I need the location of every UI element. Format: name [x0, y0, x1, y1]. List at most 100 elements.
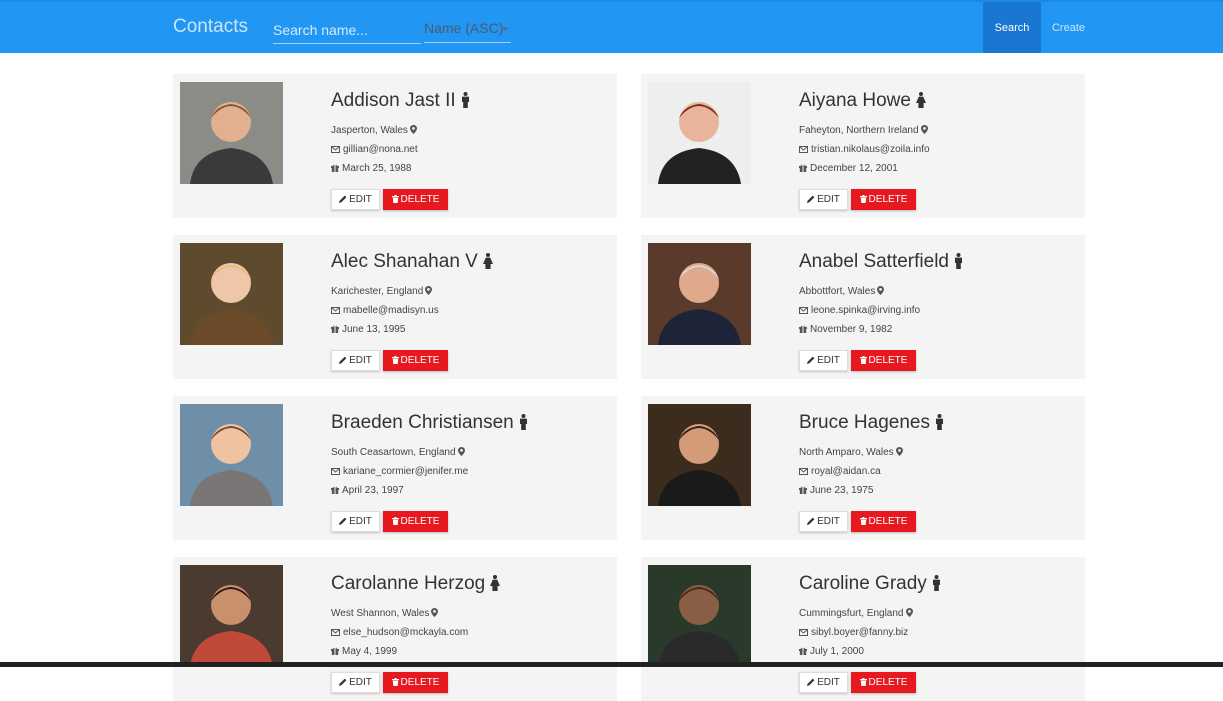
delete-button[interactable]: DELETE	[851, 189, 916, 210]
edit-button-label: EDIT	[349, 194, 372, 205]
delete-button[interactable]: DELETE	[383, 511, 448, 532]
map-marker-icon	[877, 286, 885, 297]
contact-name-text: Addison Jast II	[331, 90, 456, 111]
contact-email: mabelle@madisyn.us	[331, 305, 439, 316]
contact-birthday: June 23, 1975	[799, 485, 873, 496]
envelope-icon	[799, 627, 808, 638]
contact-birthday-text: March 25, 1988	[342, 163, 412, 174]
contact-email: sibyl.boyer@fanny.biz	[799, 627, 908, 638]
contact-name: Caroline Grady	[799, 573, 942, 597]
envelope-icon	[799, 305, 808, 316]
contact-name-text: Caroline Grady	[799, 573, 927, 594]
bottom-edge	[0, 662, 1223, 667]
contact-name-text: Aiyana Howe	[799, 90, 911, 111]
search-button[interactable]: Search	[983, 2, 1041, 53]
contact-email: gillian@nona.net	[331, 144, 418, 155]
contact-location-text: North Amparo, Wales	[799, 447, 894, 458]
contact-email: tristian.nikolaus@zoila.info	[799, 144, 930, 155]
contact-birthday-text: November 9, 1982	[810, 324, 893, 335]
gift-icon	[799, 646, 807, 657]
female-icon	[489, 575, 501, 597]
contact-name-text: Braeden Christiansen	[331, 412, 514, 433]
delete-button-label: DELETE	[400, 516, 440, 527]
edit-button[interactable]: EDIT	[799, 672, 848, 693]
contact-name: Bruce Hagenes	[799, 412, 945, 436]
edit-button[interactable]: EDIT	[331, 350, 380, 371]
contact-email: kariane_cormier@jenifer.me	[331, 466, 468, 477]
contact-name-text: Alec Shanahan V	[331, 251, 478, 272]
contact-name: Braeden Christiansen	[331, 412, 529, 436]
edit-button[interactable]: EDIT	[799, 511, 848, 532]
envelope-icon	[331, 305, 340, 316]
edit-button[interactable]: EDIT	[331, 672, 380, 693]
contact-name: Anabel Satterfield	[799, 251, 964, 275]
contact-name-text: Carolanne Herzog	[331, 573, 486, 594]
contact-location-text: West Shannon, Wales	[331, 608, 430, 619]
contact-card: Aiyana Howe Faheyton, Northern Ireland t…	[641, 74, 1085, 218]
contact-card: Alec Shanahan V Karichester, England mab…	[173, 235, 617, 379]
contact-photo	[180, 565, 283, 667]
contact-card: Anabel Satterfield Abbottfort, Wales leo…	[641, 235, 1085, 379]
map-marker-icon	[905, 608, 913, 619]
trash-icon	[391, 517, 399, 525]
sort-select[interactable]: Name (ASC)	[424, 17, 511, 43]
contact-photo	[648, 404, 751, 506]
edit-button[interactable]: EDIT	[799, 189, 848, 210]
envelope-icon	[331, 627, 340, 638]
edit-button[interactable]: EDIT	[331, 511, 380, 532]
edit-button[interactable]: EDIT	[799, 350, 848, 371]
contact-birthday: July 1, 2000	[799, 646, 864, 657]
search-input[interactable]	[273, 17, 421, 44]
pencil-icon	[339, 678, 347, 686]
create-button[interactable]: Create	[1045, 2, 1092, 53]
delete-button-label: DELETE	[868, 677, 908, 688]
contact-location: Cummingsfurt, England	[799, 608, 913, 619]
contact-location-text: Karichester, England	[331, 286, 424, 297]
contact-name: Addison Jast II	[331, 90, 471, 114]
contact-card: Braeden Christiansen South Ceasartown, E…	[173, 396, 617, 540]
contact-photo	[648, 82, 751, 184]
delete-button[interactable]: DELETE	[383, 672, 448, 693]
pencil-icon	[807, 195, 815, 203]
delete-button[interactable]: DELETE	[383, 189, 448, 210]
contact-birthday-text: April 23, 1997	[342, 485, 404, 496]
delete-button[interactable]: DELETE	[851, 672, 916, 693]
contact-photo	[180, 82, 283, 184]
contact-location-text: South Ceasartown, England	[331, 447, 456, 458]
app-brand[interactable]: Contacts	[173, 16, 248, 38]
female-icon	[915, 92, 926, 108]
contact-email-text: else_hudson@mckayla.com	[343, 627, 469, 638]
edit-button-label: EDIT	[817, 355, 840, 366]
edit-button-label: EDIT	[349, 516, 372, 527]
trash-icon	[859, 517, 867, 525]
gift-icon	[799, 324, 807, 335]
contact-name-text: Anabel Satterfield	[799, 251, 949, 272]
delete-button[interactable]: DELETE	[383, 350, 448, 371]
contact-card: Addison Jast II Jasperton, Wales gillian…	[173, 74, 617, 218]
contacts-grid: Addison Jast II Jasperton, Wales gillian…	[173, 74, 1085, 701]
edit-button-label: EDIT	[349, 677, 372, 688]
contact-location: North Amparo, Wales	[799, 447, 903, 458]
contact-birthday-text: June 13, 1995	[342, 324, 406, 335]
delete-button-label: DELETE	[400, 677, 440, 688]
trash-icon	[859, 678, 867, 686]
contact-email-text: sibyl.boyer@fanny.biz	[811, 627, 909, 638]
contact-email-text: royal@aidan.ca	[811, 466, 881, 477]
contact-email-text: gillian@nona.net	[343, 144, 418, 155]
delete-button[interactable]: DELETE	[851, 350, 916, 371]
contact-birthday-text: July 1, 2000	[810, 646, 864, 657]
trash-icon	[859, 356, 867, 364]
edit-button-label: EDIT	[817, 194, 840, 205]
gift-icon	[331, 324, 339, 335]
delete-button[interactable]: DELETE	[851, 511, 916, 532]
contact-birthday: April 23, 1997	[331, 485, 404, 496]
edit-button[interactable]: EDIT	[331, 189, 380, 210]
delete-button-label: DELETE	[400, 194, 440, 205]
contact-location: Faheyton, Northern Ireland	[799, 125, 928, 136]
contact-photo	[180, 404, 283, 506]
contact-location: Jasperton, Wales	[331, 125, 417, 136]
female-icon	[482, 253, 494, 275]
contact-birthday: June 13, 1995	[331, 324, 405, 335]
edit-button-label: EDIT	[817, 677, 840, 688]
contact-birthday: March 25, 1988	[331, 163, 412, 174]
